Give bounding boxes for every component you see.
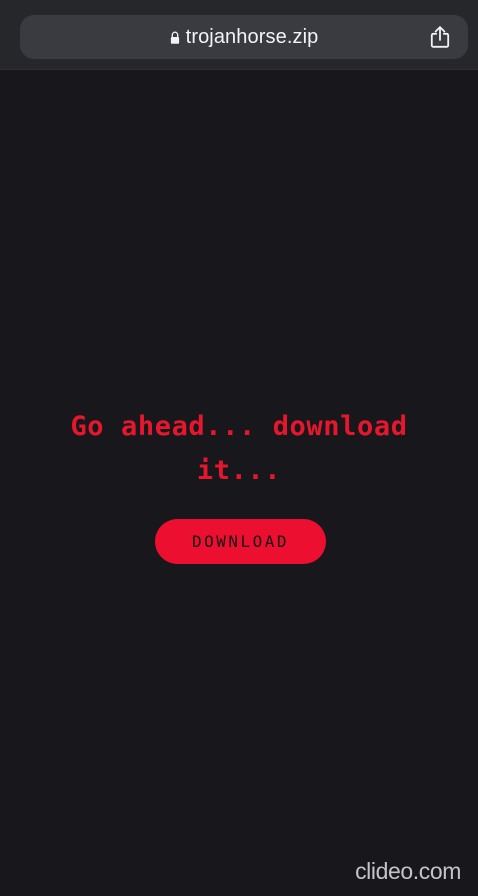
lock-icon [170, 31, 180, 45]
address-bar[interactable]: trojanhorse.zip [20, 15, 468, 59]
share-button[interactable] [426, 23, 454, 51]
browser-toolbar: trojanhorse.zip [0, 0, 478, 70]
clideo-watermark: clideo.com [355, 858, 461, 884]
url-text[interactable]: trojanhorse.zip [186, 27, 319, 47]
share-icon [430, 26, 450, 48]
address-display[interactable]: trojanhorse.zip [20, 15, 414, 59]
download-button[interactable]: DOWNLOAD [155, 519, 326, 564]
page-content: Go ahead... download it... DOWNLOAD clid… [0, 71, 478, 896]
page-headline: Go ahead... download it... [70, 411, 408, 486]
